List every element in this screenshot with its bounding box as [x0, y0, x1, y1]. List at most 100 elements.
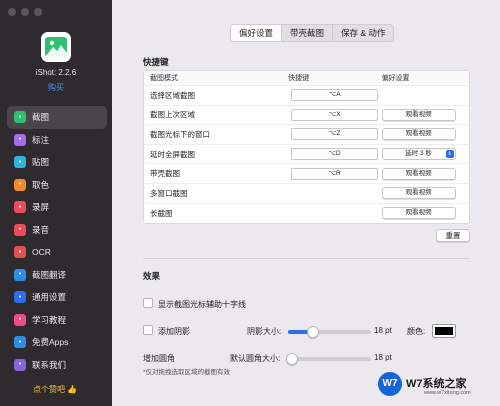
mode-label: 截图上次区域 — [150, 110, 195, 120]
sidebar-item-label: 贴图 — [32, 157, 50, 168]
sidebar-item-4[interactable]: • 录屏 — [7, 196, 107, 219]
shadow-color-well[interactable] — [432, 324, 456, 338]
watch-video-button[interactable]: 观看视频 — [381, 187, 456, 200]
like-link[interactable]: 点个赞吧 👍 — [33, 384, 77, 395]
watch-video-button[interactable]: 观看视频 — [381, 167, 456, 180]
close-window-button[interactable] — [8, 8, 16, 16]
sidebar-item-label: 录屏 — [32, 202, 50, 213]
table-row: 截图上次区域 ⌥X 观看视频 — [144, 106, 469, 126]
sidebar-item-11[interactable]: • 联系我们 — [7, 354, 107, 377]
tab-bar: 偏好设置 带壳截图 保存 & 动作 — [230, 24, 395, 42]
minimize-window-button[interactable] — [21, 8, 29, 16]
hotkey-field[interactable]: ⌥A — [291, 89, 379, 102]
pref-cell: 延时 3 秒 ⇕ — [381, 148, 469, 161]
round-size-knob[interactable] — [286, 353, 298, 365]
shadow-size-slider[interactable] — [288, 326, 371, 338]
table-row: 长截图 观看视频 — [144, 204, 469, 224]
sidebar-item-label: 免费Apps — [32, 337, 69, 348]
screen-record-icon: • — [14, 201, 26, 214]
audio-record-icon: • — [14, 223, 26, 236]
app-store-icon: • — [14, 336, 26, 349]
sidebar-item-label: 录音 — [32, 224, 50, 235]
sidebar-item-label: 截图 — [32, 112, 50, 123]
color-label: 颜色: — [407, 327, 426, 336]
window-controls — [8, 8, 42, 16]
sidebar-item-0[interactable]: • 截图 — [7, 106, 107, 129]
table-row: 多窗口截图 观看视频 — [144, 184, 469, 204]
pref-cell: 观看视频 — [381, 108, 469, 121]
table-row: 截图光标下的窗口 ⌥Z 观看视频 — [144, 125, 469, 145]
crosshair-label: 显示截图光标辅助十字线 — [158, 300, 246, 309]
crosshair-checkbox[interactable] — [143, 298, 153, 308]
pin-icon: • — [14, 156, 26, 169]
pref-cell: 观看视频 — [381, 207, 469, 220]
sidebar-item-9[interactable]: • 学习教程 — [7, 309, 107, 332]
sidebar-item-label: 取色 — [32, 179, 50, 190]
round-size-label: 默认圆角大小: — [230, 354, 281, 363]
shadow-checkbox[interactable] — [143, 325, 153, 335]
mode-label: 长截图 — [150, 208, 173, 218]
shadow-label: 添加阴影 — [158, 327, 190, 336]
table-row: 选择区域截图 ⌥A — [144, 86, 469, 106]
shortcuts-table: 截图模式 快捷键 偏好设置 选择区域截图 ⌥A 截图上次区域 ⌥X 观看视频 截图光标下的… — [143, 70, 470, 225]
tab-0[interactable]: 偏好设置 — [231, 25, 283, 41]
color-picker-icon: • — [14, 178, 26, 191]
mode-label: 选择区域截图 — [150, 90, 195, 100]
round-corner-label: 增加圆角 — [143, 354, 175, 363]
mode-label: 截图光标下的窗口 — [150, 129, 210, 139]
header-mode: 截图模式 — [150, 75, 178, 82]
delay-select[interactable]: 延时 3 秒 ⇕ — [381, 148, 456, 161]
mode-label: 延时全屏截图 — [150, 149, 195, 159]
shortcuts-title: 快捷键 — [143, 57, 169, 67]
pref-cell: 观看视频 — [381, 128, 469, 141]
tab-1[interactable]: 带壳截图 — [282, 25, 334, 41]
round-corner-note: *仅对拖拽选取区域的截图有效 — [143, 369, 231, 376]
app-logo-icon — [41, 32, 71, 62]
mode-label: 带壳截图 — [150, 169, 180, 179]
main-panel: 偏好设置 带壳截图 保存 & 动作 快捷键 截图模式 快捷键 偏好设置 选择区域截图… — [112, 0, 500, 406]
sidebar-item-6[interactable]: • OCR — [7, 241, 107, 264]
sidebar-item-3[interactable]: • 取色 — [7, 174, 107, 197]
header-hotkey: 快捷键 — [288, 75, 310, 82]
watch-video-button[interactable]: 观看视频 — [381, 207, 456, 220]
shadow-size-value: 18 pt — [374, 326, 392, 335]
translate-icon: • — [14, 268, 26, 281]
sidebar-nav: • 截图 • 标注 • 贴图 • 取色 • 录屏 • 录音 • OCR • 截图翻译 • 通用设置 • 学习教程 • 免费… — [7, 106, 107, 376]
reset-button[interactable]: 重置 — [436, 229, 470, 242]
sidebar-item-2[interactable]: • 贴图 — [7, 151, 107, 174]
sidebar-item-10[interactable]: • 免费Apps — [7, 331, 107, 354]
chevron-updown-icon: ⇕ — [445, 150, 454, 159]
sidebar-item-7[interactable]: • 截图翻译 — [7, 264, 107, 287]
sidebar-item-label: 通用设置 — [32, 292, 67, 303]
tab-2[interactable]: 保存 & 动作 — [333, 25, 393, 41]
watch-video-button[interactable]: 观看视频 — [381, 108, 456, 121]
buy-link[interactable]: 购买 — [0, 82, 112, 93]
round-size-slider[interactable] — [286, 353, 371, 365]
hotkey-field[interactable]: ⌥R — [291, 167, 379, 180]
watch-video-button[interactable]: 观看视频 — [381, 128, 456, 141]
sidebar-item-8[interactable]: • 通用设置 — [7, 286, 107, 309]
sidebar-item-1[interactable]: • 标注 — [7, 129, 107, 152]
watermark-text: W7系统之家 — [406, 378, 467, 390]
pref-cell: 观看视频 — [381, 187, 469, 200]
sidebar-item-label: 截图翻译 — [32, 269, 67, 280]
screenshot-icon: • — [14, 111, 26, 124]
tutorial-icon: • — [14, 313, 26, 326]
watermark: W7 W7系统之家 www.w7xitong.com — [378, 370, 496, 400]
shadow-color-swatch — [435, 327, 453, 335]
zoom-window-button[interactable] — [34, 8, 42, 16]
gear-icon: • — [14, 291, 26, 304]
mode-label: 多窗口截图 — [150, 188, 188, 198]
hotkey-field[interactable]: ⌥X — [291, 108, 379, 121]
sidebar-item-5[interactable]: • 录音 — [7, 219, 107, 242]
hotkey-field[interactable]: ⌥D — [291, 148, 379, 161]
sidebar-item-label: 联系我们 — [32, 359, 67, 370]
app-version: iShot: 2.2.6 — [35, 68, 77, 77]
annotate-icon: • — [14, 133, 26, 146]
hotkey-cell: ⌥R — [286, 167, 380, 180]
hotkey-field[interactable]: ⌥Z — [291, 128, 379, 141]
table-row: 带壳截图 ⌥R 观看视频 — [144, 164, 469, 184]
divider — [143, 258, 470, 259]
sidebar: iShot: 2.2.6 购买 • 截图 • 标注 • 贴图 • 取色 • 录屏 • 录音 • OCR • 截… — [0, 0, 112, 406]
shadow-size-knob[interactable] — [307, 326, 319, 338]
